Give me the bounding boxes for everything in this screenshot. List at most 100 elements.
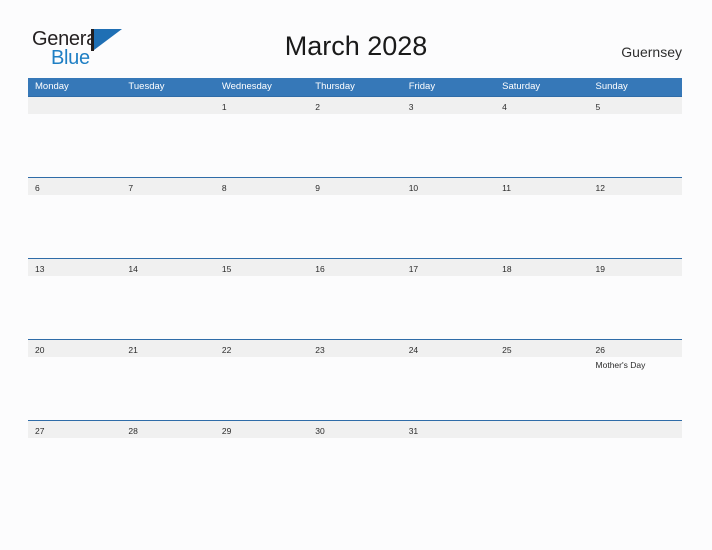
day-cell[interactable]: 15 [215,259,308,276]
day-cell[interactable]: 3 [402,97,495,114]
calendar-week-row: 1 2 3 4 5 [28,96,682,178]
day-cell[interactable]: 11 [495,178,588,195]
week-date-band: 13 14 15 16 17 18 19 [28,259,682,276]
weekday-sunday: Sunday [595,81,628,92]
day-cell[interactable]: 24 [402,340,495,357]
event-cell[interactable] [121,114,214,178]
event-cell[interactable] [495,114,588,178]
event-cell[interactable] [28,114,121,178]
day-cell[interactable]: 20 [28,340,121,357]
day-number: 30 [315,426,325,436]
event-cell[interactable] [495,357,588,421]
day-cell[interactable]: 7 [121,178,214,195]
day-number: 22 [221,345,232,355]
event-cell[interactable] [121,357,214,421]
event-cell[interactable] [308,276,401,340]
event-cell[interactable] [589,195,682,259]
day-number: 25 [502,345,512,355]
event-cell[interactable] [215,195,308,259]
day-number: 14 [128,264,138,274]
event-cell[interactable] [121,276,214,340]
day-number: 23 [315,345,325,355]
week-date-band: 20 21 22 23 24 25 26 [28,340,682,357]
event-cell[interactable] [28,438,121,502]
day-number: 6 [35,183,40,193]
event-cell[interactable] [589,438,682,502]
day-cell[interactable]: 4 [495,97,588,114]
event-cell[interactable] [495,438,588,502]
event-cell[interactable] [495,276,588,340]
day-cell[interactable] [495,421,588,438]
logo-text-blue: Blue [51,47,90,69]
day-cell[interactable]: 29 [215,421,308,438]
day-cell[interactable]: 26 [589,340,682,357]
event-cell[interactable] [28,195,121,259]
event-cell[interactable] [402,357,495,421]
day-number: 13 [35,264,45,274]
day-cell[interactable]: 18 [495,259,588,276]
day-cell[interactable]: 22 [215,340,308,357]
day-cell[interactable] [589,421,682,438]
event-cell[interactable] [28,276,121,340]
day-cell[interactable]: 28 [121,421,214,438]
day-number: 26 [595,345,605,355]
day-cell[interactable]: 5 [589,97,682,114]
calendar-grid: Monday Tuesday Wednesday Thursday Friday… [28,78,682,502]
event-label: Mother's Day [595,360,646,370]
event-cell[interactable] [402,195,495,259]
event-cell[interactable] [28,357,121,421]
general-blue-logo[interactable]: General Blue [30,28,160,74]
day-number: 17 [408,264,419,274]
event-cell[interactable] [402,276,495,340]
day-cell[interactable]: 16 [308,259,401,276]
calendar-weekday-header: Monday Tuesday Wednesday Thursday Friday… [28,78,682,96]
calendar-week-row: 27 28 29 30 31 [28,420,682,502]
calendar-week-row: 20 21 22 23 24 25 26 Mother's Day [28,339,682,421]
event-cell[interactable] [308,438,401,502]
day-cell[interactable]: 12 [589,178,682,195]
day-cell[interactable]: 6 [28,178,121,195]
day-cell[interactable]: 19 [589,259,682,276]
week-event-area [28,438,682,502]
event-cell[interactable] [495,195,588,259]
event-cell[interactable] [589,114,682,178]
event-cell[interactable] [308,195,401,259]
week-date-band: 1 2 3 4 5 [28,97,682,114]
day-cell[interactable]: 23 [308,340,401,357]
day-cell[interactable]: 9 [308,178,401,195]
event-cell[interactable] [402,438,495,502]
event-cell[interactable] [121,195,214,259]
day-cell[interactable]: 10 [402,178,495,195]
day-cell[interactable]: 27 [28,421,121,438]
event-cell[interactable] [215,276,308,340]
day-number: 5 [595,102,601,112]
day-cell[interactable]: 25 [495,340,588,357]
day-cell[interactable]: 31 [402,421,495,438]
week-event-area [28,276,682,340]
day-cell[interactable]: 30 [308,421,401,438]
day-cell[interactable]: 13 [28,259,121,276]
day-number: 9 [315,183,320,193]
day-cell[interactable]: 2 [308,97,401,114]
event-cell[interactable] [589,276,682,340]
event-cell[interactable] [308,114,401,178]
event-cell[interactable] [215,357,308,421]
day-cell[interactable]: 8 [215,178,308,195]
day-cell[interactable] [28,97,121,114]
day-cell[interactable]: 21 [121,340,214,357]
day-cell[interactable]: 1 [215,97,308,114]
day-cell[interactable] [121,97,214,114]
day-number: 12 [595,183,605,193]
event-cell[interactable] [215,114,308,178]
week-event-area [28,195,682,259]
event-cell[interactable] [215,438,308,502]
day-number: 18 [502,264,512,274]
event-cell[interactable] [121,438,214,502]
event-cell[interactable]: Mother's Day [589,357,682,421]
day-cell[interactable]: 14 [121,259,214,276]
event-cell[interactable] [402,114,495,178]
day-cell[interactable]: 17 [402,259,495,276]
week-event-area [28,114,682,178]
day-number: 31 [408,426,419,436]
event-cell[interactable] [308,357,401,421]
